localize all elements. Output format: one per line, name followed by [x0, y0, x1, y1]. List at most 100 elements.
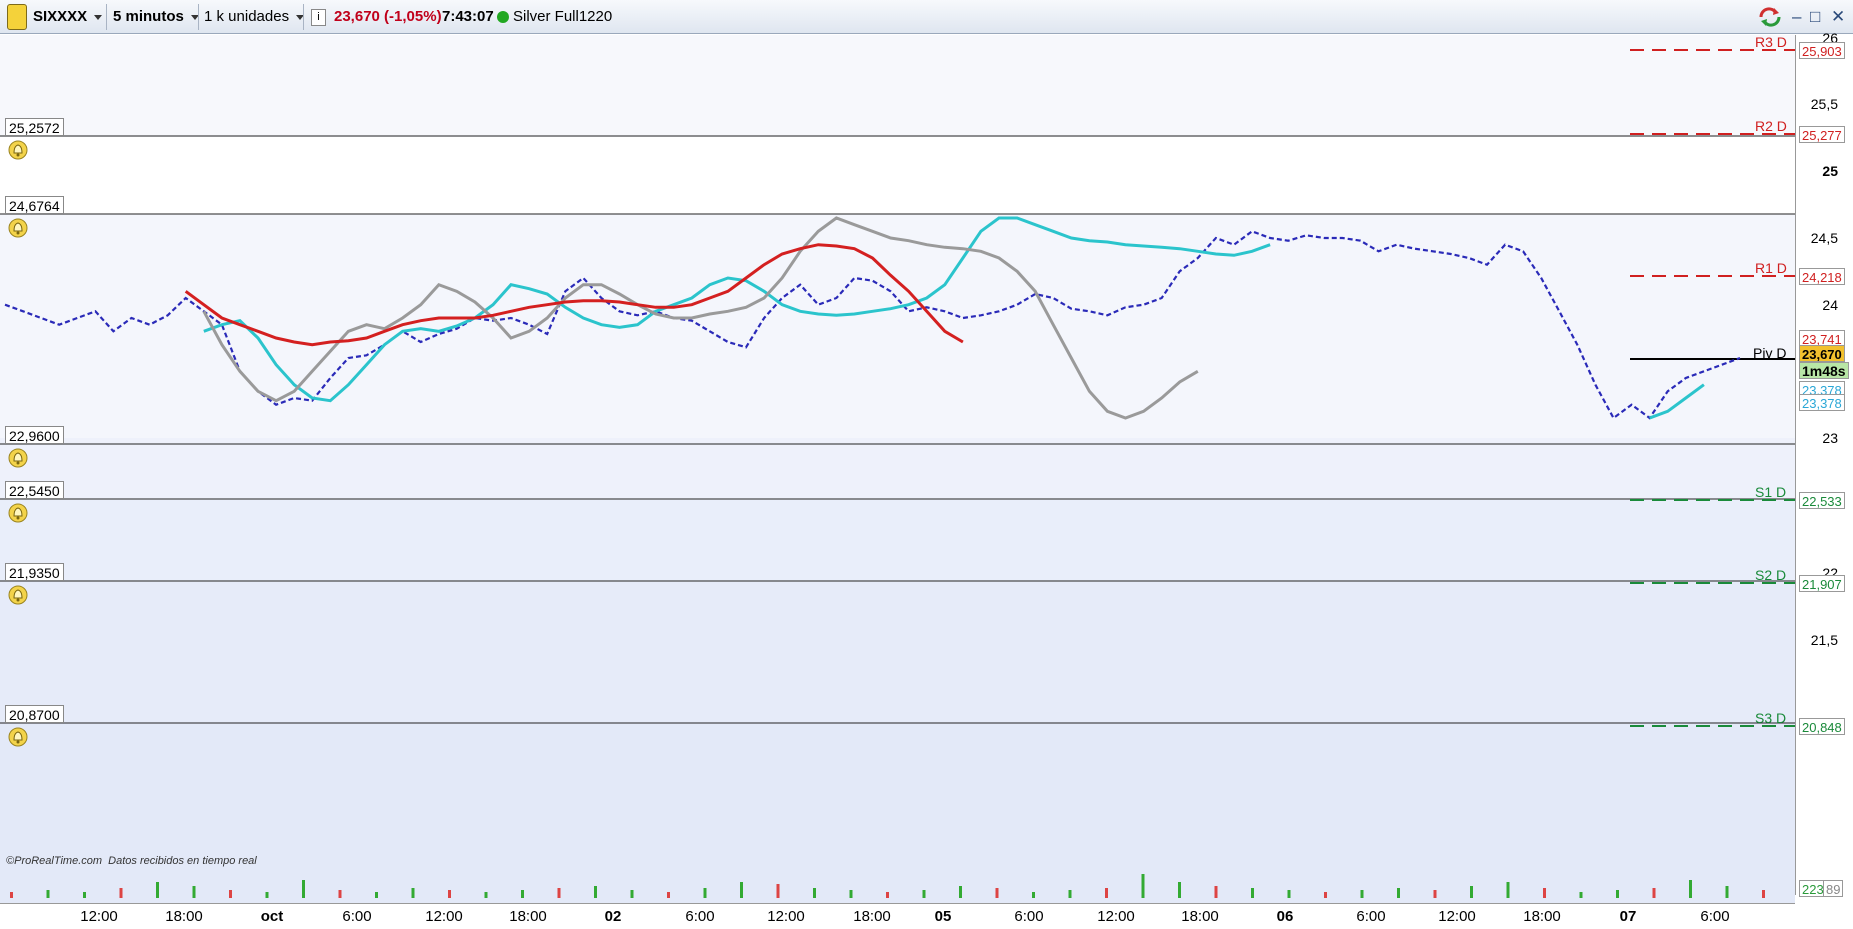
volume-bar	[886, 892, 889, 898]
volume-bar	[1506, 882, 1510, 898]
time-tick-label: 12:00	[1097, 908, 1135, 925]
timeframe-label: 5 minutos	[113, 8, 184, 25]
volume-bar	[813, 888, 816, 898]
toolbar-divider	[106, 4, 107, 30]
volume-bar	[1397, 888, 1400, 898]
bell-icon[interactable]	[8, 140, 28, 160]
bullion-logo-icon	[7, 4, 27, 30]
pivot-label: Piv D	[1753, 345, 1787, 361]
minimize-icon[interactable]: –	[1792, 6, 1801, 28]
price-tick-label: 25,5	[1810, 96, 1838, 112]
pivot-label: R2 D	[1755, 118, 1787, 134]
credit-note: Datos recibidos en tiempo real	[108, 855, 257, 867]
toolbar-divider	[303, 4, 304, 30]
price-tick-label: 23	[1822, 430, 1838, 446]
pivot-label: S2 D	[1755, 567, 1787, 583]
bell-icon[interactable]	[8, 585, 28, 605]
volume-bar	[1068, 890, 1072, 898]
time-tick-label: 18:00	[1181, 908, 1219, 925]
volume-bar	[776, 884, 780, 898]
volume-bar	[1105, 888, 1108, 898]
instrument-selector[interactable]: SIXXXX	[33, 0, 103, 34]
volume-bar	[849, 890, 853, 898]
last-price: 23,670 (-1,05%)	[334, 8, 442, 25]
toolbar-divider	[198, 4, 199, 30]
volume-bar	[667, 892, 670, 898]
close-icon[interactable]: ✕	[1831, 6, 1845, 28]
price-axis: 26 25,5 25 24,5 24 23 22 21,5	[1795, 30, 1853, 895]
volume-bar	[1360, 890, 1364, 898]
chart-band	[0, 582, 1795, 724]
volume-bar	[1616, 890, 1619, 898]
volume-bar	[1141, 874, 1145, 898]
bell-icon[interactable]	[8, 727, 28, 747]
volume-bar	[1324, 892, 1327, 898]
volume-bar	[229, 890, 232, 898]
time-tick-label: 6:00	[1356, 908, 1386, 925]
alert-level-label[interactable]: 21,9350	[5, 563, 64, 581]
pivot-value-tag: 25,277	[1799, 126, 1845, 143]
volume-bar	[1689, 880, 1692, 898]
alert-level-label[interactable]: 22,5450	[5, 481, 64, 499]
time-tick-label: 6:00	[1014, 908, 1044, 925]
volume-bar	[1470, 886, 1473, 898]
volume-bar	[922, 890, 926, 898]
maximize-icon[interactable]: □	[1810, 6, 1820, 28]
volume-bar	[959, 886, 962, 898]
time-tick-label: 18:00	[509, 908, 547, 925]
volume-bar	[119, 888, 123, 898]
timeframe-selector[interactable]: 5 minutos	[113, 0, 199, 34]
time-tick-label: 12:00	[767, 908, 805, 925]
volume-bar	[1032, 892, 1035, 898]
time-tick-label: 18:00	[1523, 908, 1561, 925]
bell-icon[interactable]	[8, 503, 28, 523]
alert-level-label[interactable]: 20,8700	[5, 705, 64, 723]
bell-icon[interactable]	[8, 448, 28, 468]
alert-level-label[interactable]: 25,2572	[5, 118, 64, 136]
alert-level-label[interactable]: 22,9600	[5, 426, 64, 444]
volume-bar	[1287, 890, 1291, 898]
time-tick-label: 6:00	[342, 908, 372, 925]
volume-bar	[46, 890, 50, 898]
volume-bar	[1725, 886, 1729, 898]
volume-bar	[192, 886, 196, 898]
time-tick-label: 06	[1276, 908, 1294, 925]
volume-bar	[1762, 890, 1765, 898]
caret-down-icon	[94, 14, 103, 20]
volume-bar	[1251, 888, 1254, 898]
volume-bar	[338, 890, 342, 898]
units-label: 1 k unidades	[204, 8, 290, 25]
account-label: Silver Full1220	[513, 8, 613, 25]
pivot-value-tag: 22,533	[1799, 492, 1845, 509]
volume-bar	[375, 892, 378, 898]
volume-bar	[1543, 888, 1546, 898]
price-tick-label: 24	[1822, 297, 1838, 313]
alert-level-label[interactable]: 24,6764	[5, 196, 64, 214]
time-tick-label: 18:00	[853, 908, 891, 925]
volume-bar	[448, 890, 451, 898]
volume-bar	[557, 888, 561, 898]
bell-icon[interactable]	[8, 218, 28, 238]
refresh-icon[interactable]	[1757, 6, 1783, 28]
volume-bar	[265, 892, 269, 898]
volume-bar	[995, 888, 999, 898]
time-tick-label: 12:00	[1438, 908, 1476, 925]
units-selector[interactable]: 1 k unidades	[204, 0, 305, 34]
volume-bar	[521, 890, 524, 898]
pivot-label: S1 D	[1755, 484, 1787, 500]
volume-bar	[594, 886, 597, 898]
chart-toolbar: SIXXXX 5 minutos 1 k unidades i 23,670 (…	[0, 0, 1853, 34]
price-chart[interactable]	[0, 35, 1795, 903]
time-tick-label: 02	[604, 908, 622, 925]
volume-bar	[484, 892, 488, 898]
time-tick-label: oct	[260, 908, 284, 925]
info-icon[interactable]: i	[311, 9, 326, 26]
pivot-value-tag: 21,907	[1799, 575, 1845, 592]
time-tick-label: 07	[1619, 908, 1637, 925]
data-credit: ©ProRealTime.com Datos recibidos en tiem…	[6, 855, 257, 867]
clock-time: 7:43:07	[442, 8, 494, 25]
time-tick-label: 6:00	[1700, 908, 1730, 925]
chart-band	[0, 35, 1795, 138]
volume-bar	[10, 892, 13, 898]
price-tick-label: 25	[1822, 163, 1838, 179]
